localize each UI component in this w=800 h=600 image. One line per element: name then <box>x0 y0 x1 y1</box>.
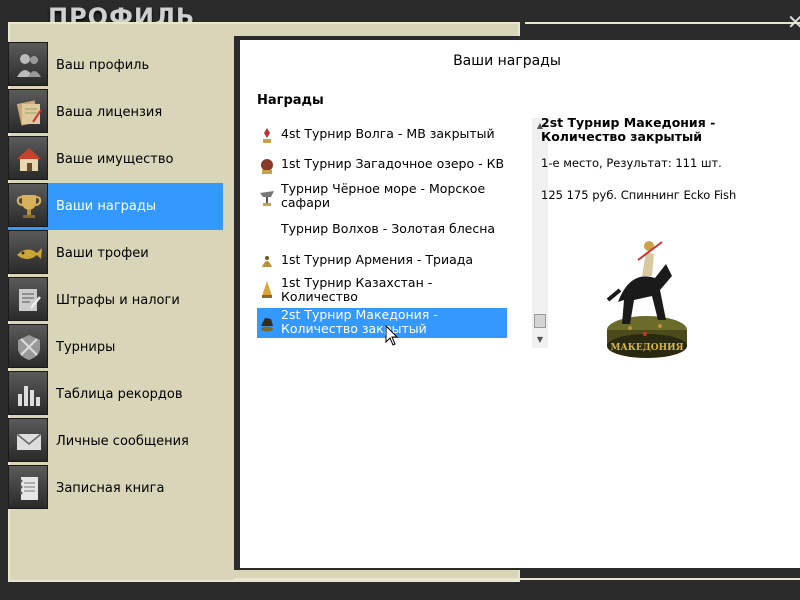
trophy-statue-image: МАКЕДОНИЯ <box>606 241 687 358</box>
sidebar-item-label: Турниры <box>56 340 116 355</box>
award-title: Турнир Чёрное море - Морское сафари <box>281 181 486 210</box>
award-title: 2st Турнир Македония - Количество закрыты… <box>281 307 438 336</box>
award-prize: 125 175 руб. Спиннинг Ecko Fish <box>541 188 737 202</box>
list-item[interactable]: 1st Турнир Казахстан - Количество <box>257 276 507 306</box>
scroll-down-button[interactable]: ▼ <box>532 332 548 348</box>
envelope-icon <box>8 418 48 462</box>
award-title: 4st Турнир Волга - МВ закрытый <box>281 126 495 141</box>
mouse-cursor-icon <box>385 325 399 346</box>
award-result: 1-е место, Результат: 111 шт. <box>541 156 722 170</box>
people-icon <box>8 42 48 86</box>
list-item[interactable]: Турнир Волхов - Золотая блесна <box>257 220 507 240</box>
house-icon <box>8 136 48 180</box>
awards-heading: Награды <box>257 93 324 108</box>
form-icon <box>8 277 48 321</box>
award-title: Турнир Волхов - Золотая блесна <box>281 221 496 236</box>
award-figure-icon <box>262 281 272 298</box>
award-figure-icon <box>261 159 273 174</box>
sidebar-item-fines[interactable]: Штрафы и налоги <box>8 277 223 324</box>
scroll-thumb[interactable] <box>534 314 546 328</box>
sidebar-item-profile[interactable]: Ваш профиль <box>8 42 223 89</box>
sidebar-item-tournaments[interactable]: Турниры <box>8 324 223 371</box>
sidebar-item-trophies[interactable]: Ваши трофеи <box>8 230 223 277</box>
list-item[interactable]: 1st Турнир Армения - Триада <box>257 250 507 270</box>
awards-list[interactable]: 4st Турнир Волга - МВ закрытый 1st Турни… <box>257 118 548 348</box>
fish-icon <box>8 230 48 274</box>
award-figure-icon <box>261 318 273 332</box>
sidebar-item-awards[interactable]: Ваши награды <box>8 183 223 230</box>
sidebar-item-property[interactable]: Ваше имущество <box>8 136 223 183</box>
sidebar-nav: Ваш профиль Ваша лицензия Ваше имущество… <box>8 42 223 512</box>
sidebar-item-label: Ваши трофеи <box>56 246 149 261</box>
award-title: 1st Турнир Загадочное озеро - КВ <box>281 156 505 171</box>
award-title: 1st Турнир Казахстан - Количество <box>281 275 433 304</box>
document-icon <box>8 89 48 133</box>
sidebar-item-label: Личные сообщения <box>56 434 189 449</box>
sidebar-item-label: Ваши награды <box>56 199 157 214</box>
sidebar-item-label: Записная книга <box>56 481 165 496</box>
frame-divider <box>234 578 800 580</box>
trophy-icon <box>8 183 48 227</box>
award-figure-icon <box>260 191 274 206</box>
award-detail-title: 2st Турнир Македония - Количество закрыт… <box>541 115 716 144</box>
sidebar-item-license[interactable]: Ваша лицензия <box>8 89 223 136</box>
frame-divider <box>525 22 800 24</box>
sidebar-item-label: Ваш профиль <box>56 58 150 73</box>
badge-icon <box>8 324 48 368</box>
award-figure-icon <box>262 256 272 267</box>
award-detail: 2st Турнир Македония - Количество закрыт… <box>541 115 781 203</box>
sidebar-item-notebook[interactable]: Записная книга <box>8 465 223 512</box>
award-title: 1st Турнир Армения - Триада <box>281 252 474 267</box>
list-item-selected[interactable]: 2st Турнир Македония - Количество закрыты… <box>257 308 507 338</box>
awards-panel: Ваши награды Награды 4st Турнир Волга - … <box>240 40 800 568</box>
sidebar-item-label: Штрафы и налоги <box>56 293 180 308</box>
page-title: Ваши награды <box>453 53 561 69</box>
sidebar-item-records[interactable]: Таблица рекордов <box>8 371 223 418</box>
list-item[interactable]: 1st Турнир Загадочное озеро - КВ <box>257 154 507 174</box>
list-item[interactable]: 4st Турнир Волга - МВ закрытый <box>257 124 507 144</box>
award-figure-icon <box>263 128 271 143</box>
bar-chart-icon <box>8 371 48 415</box>
notebook-icon <box>8 465 48 509</box>
sidebar-item-messages[interactable]: Личные сообщения <box>8 418 223 465</box>
list-item[interactable]: Турнир Чёрное море - Морское сафари <box>257 182 507 212</box>
sidebar-item-label: Ваше имущество <box>56 152 174 167</box>
sidebar-item-label: Таблица рекордов <box>56 387 183 402</box>
trophy-plate-text: МАКЕДОНИЯ <box>610 343 683 353</box>
sidebar-item-label: Ваша лицензия <box>56 105 163 120</box>
